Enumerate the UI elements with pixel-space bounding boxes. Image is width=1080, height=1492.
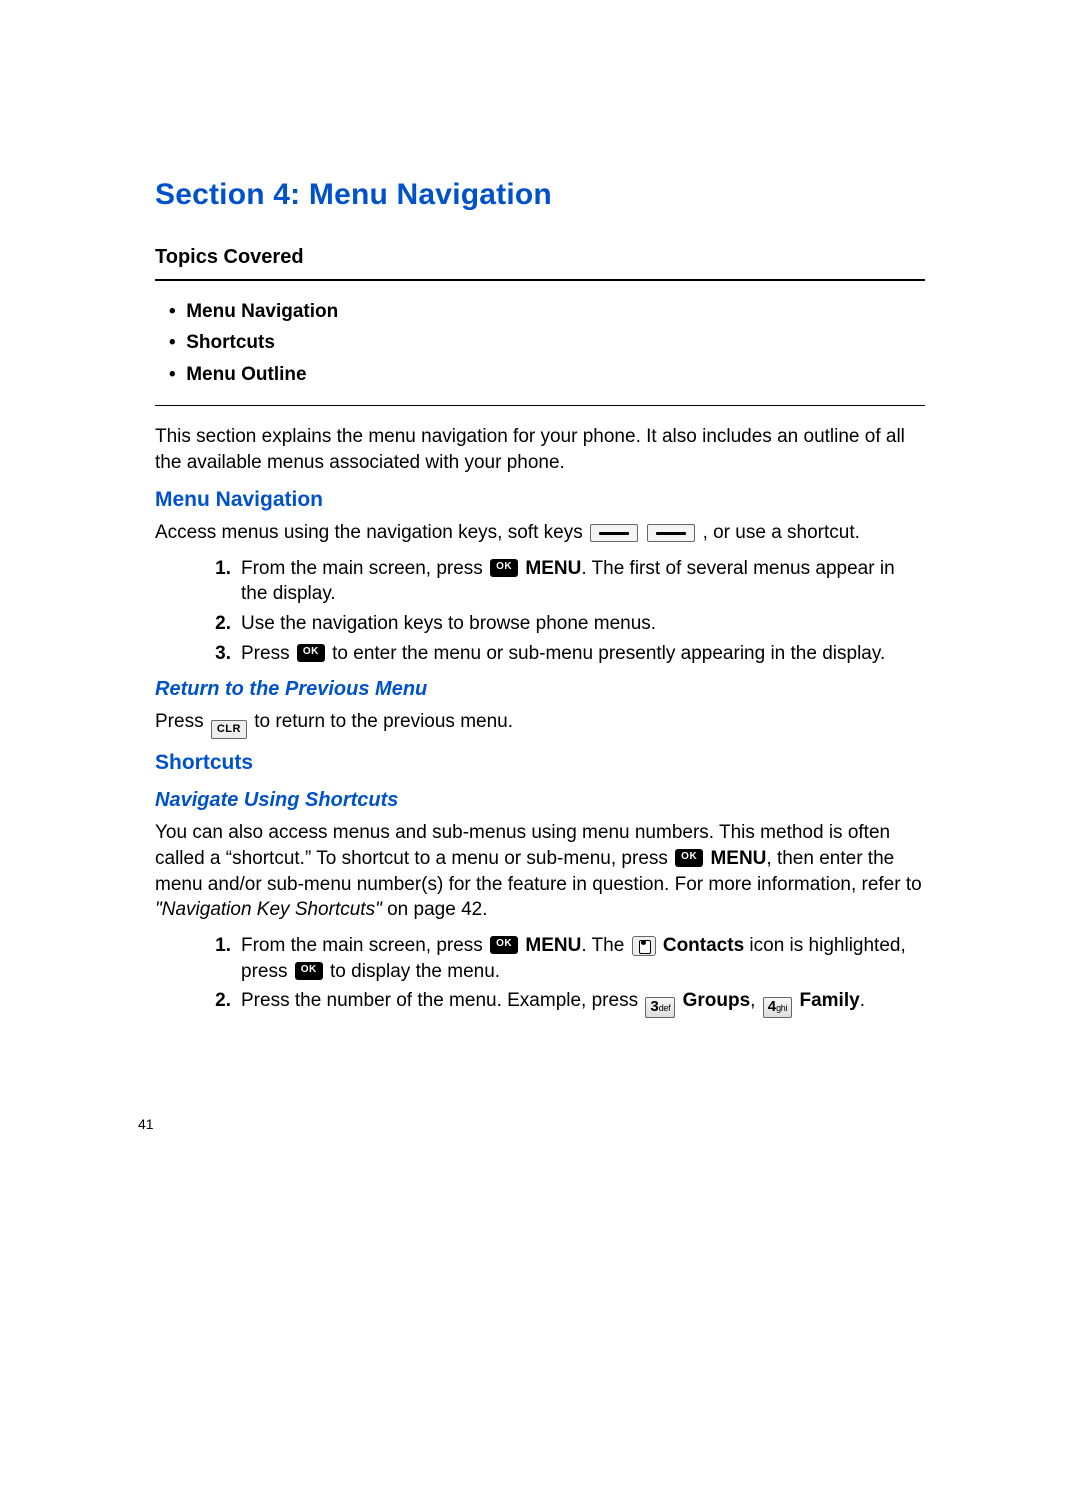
list-item: 1. From the main screen, press MENU. The… — [209, 933, 925, 984]
topics-list: • Menu Navigation • Shortcuts • Menu Out… — [169, 299, 925, 388]
ok-key-icon — [490, 936, 518, 954]
intro-paragraph: This section explains the menu navigatio… — [155, 424, 925, 475]
heading-return-previous: Return to the Previous Menu — [155, 676, 925, 703]
soft-key-left-icon — [590, 524, 638, 542]
step-text: Use the navigation keys to browse phone … — [241, 611, 925, 637]
heading-navigate-using-shortcuts: Navigate Using Shortcuts — [155, 787, 925, 814]
topics-covered-label: Topics Covered — [155, 244, 925, 271]
step-text: From the main screen, press MENU. The fi… — [241, 556, 925, 607]
ok-key-icon — [297, 644, 325, 662]
contacts-key-icon — [632, 936, 656, 956]
heading-menu-navigation: Menu Navigation — [155, 486, 925, 514]
step-number: 1. — [209, 933, 231, 984]
page-number: 41 — [138, 1115, 154, 1134]
divider-top — [155, 279, 925, 281]
step-number: 2. — [209, 611, 231, 637]
step-text: Press to enter the menu or sub-menu pres… — [241, 641, 925, 667]
step-number: 2. — [209, 988, 231, 1018]
return-paragraph: Press CLR to return to the previous menu… — [155, 709, 925, 739]
ok-key-icon — [295, 962, 323, 980]
ok-key-icon — [490, 559, 518, 577]
step-number: 3. — [209, 641, 231, 667]
shortcuts-paragraph: You can also access menus and sub-menus … — [155, 820, 925, 923]
clr-key-icon: CLR — [211, 720, 247, 739]
list-item: • Menu Outline — [169, 362, 925, 388]
list-item: 3. Press to enter the menu or sub-menu p… — [209, 641, 925, 667]
nav-access-paragraph: Access menus using the navigation keys, … — [155, 520, 925, 546]
text: Access menus using the navigation keys, … — [155, 522, 588, 543]
list-item: • Shortcuts — [169, 330, 925, 356]
step-number: 1. — [209, 556, 231, 607]
soft-key-right-icon — [647, 524, 695, 542]
text: , or use a shortcut. — [703, 522, 860, 543]
heading-shortcuts: Shortcuts — [155, 749, 925, 777]
list-item: • Menu Navigation — [169, 299, 925, 325]
list-item: 2. Use the navigation keys to browse pho… — [209, 611, 925, 637]
section-title: Section 4: Menu Navigation — [155, 175, 925, 216]
step-text: From the main screen, press MENU. The Co… — [241, 933, 925, 984]
list-item: 2. Press the number of the menu. Example… — [209, 988, 925, 1018]
key-4ghi-icon: 4ghi — [763, 997, 792, 1018]
divider-bottom — [155, 405, 925, 406]
list-item: 1. From the main screen, press MENU. The… — [209, 556, 925, 607]
step-text: Press the number of the menu. Example, p… — [241, 988, 925, 1018]
manual-page: Section 4: Menu Navigation Topics Covere… — [0, 0, 1080, 1492]
ok-key-icon — [675, 849, 703, 867]
shortcut-steps-list: 1. From the main screen, press MENU. The… — [155, 933, 925, 1018]
nav-steps-list: 1. From the main screen, press MENU. The… — [155, 556, 925, 667]
key-3def-icon: 3def — [645, 997, 675, 1018]
